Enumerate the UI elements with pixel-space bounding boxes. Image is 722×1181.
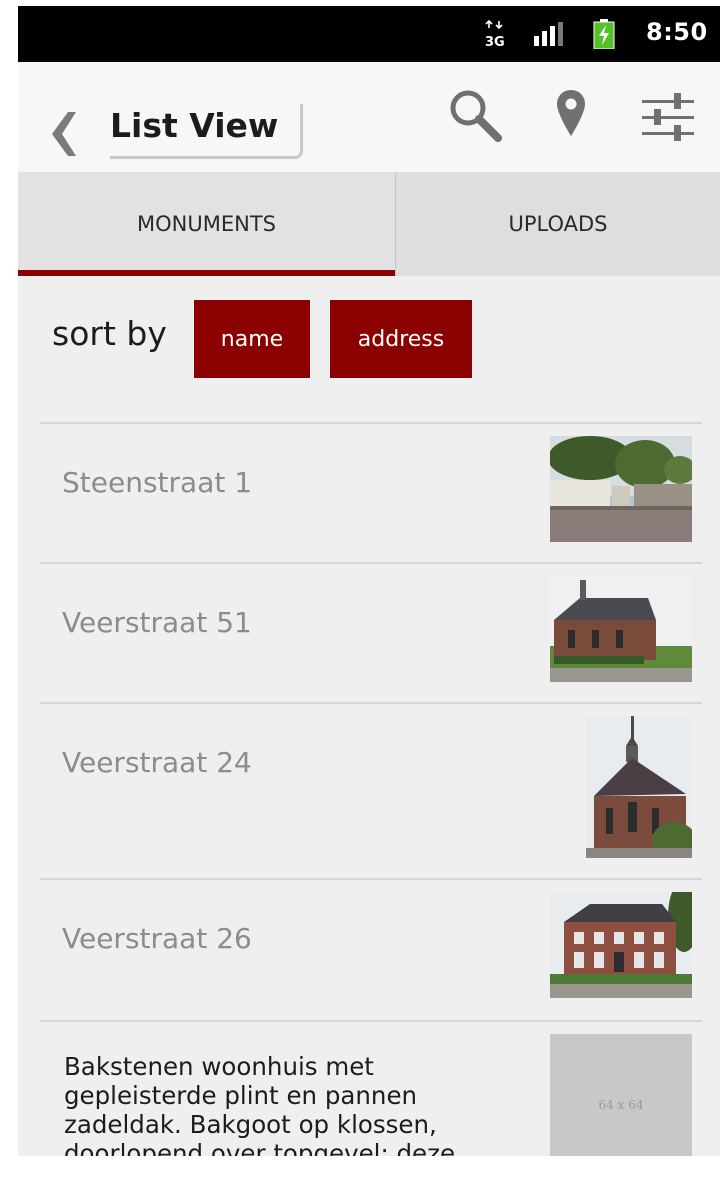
network-label: 3G bbox=[485, 35, 505, 48]
map-pin-icon[interactable] bbox=[556, 88, 586, 142]
list-item-title: Veerstraat 26 bbox=[62, 922, 252, 955]
sort-name-button[interactable]: name bbox=[194, 300, 310, 378]
list-item-description: Bakstenen woonhuis met gepleisterde plin… bbox=[64, 1052, 456, 1156]
tab-bar: MONUMENTS UPLOADS bbox=[18, 172, 720, 276]
battery-charging-icon bbox=[593, 19, 615, 49]
sort-address-button[interactable]: address bbox=[330, 300, 472, 378]
action-bar: List View bbox=[18, 62, 720, 173]
list-item[interactable]: Veerstraat 24 bbox=[40, 702, 702, 880]
list-item[interactable]: Veerstraat 51 bbox=[40, 562, 702, 704]
tab-uploads[interactable]: UPLOADS bbox=[396, 172, 720, 276]
page-title: List View bbox=[110, 106, 279, 145]
signal-icon bbox=[534, 22, 563, 46]
search-icon[interactable] bbox=[448, 88, 502, 142]
list-item-title: Veerstraat 51 bbox=[62, 606, 252, 639]
list-item[interactable]: Veerstraat 26 bbox=[40, 878, 702, 1020]
sort-label: sort by bbox=[52, 314, 167, 353]
filter-sliders-icon[interactable] bbox=[640, 92, 696, 144]
placeholder-size-label: 64 x 64 bbox=[598, 1098, 644, 1112]
tab-uploads-label: UPLOADS bbox=[508, 212, 608, 236]
status-time: 8:50 bbox=[646, 18, 708, 46]
photo-mansion bbox=[550, 892, 692, 998]
status-bar: 3G 8:50 bbox=[18, 6, 720, 62]
list-item[interactable]: Bakstenen woonhuis met gepleisterde plin… bbox=[40, 1020, 702, 1156]
data-3g-icon: 3G bbox=[485, 20, 505, 48]
tab-monuments-label: MONUMENTS bbox=[137, 212, 276, 236]
tab-monuments[interactable]: MONUMENTS bbox=[18, 172, 395, 276]
tab-selected-indicator bbox=[18, 270, 395, 276]
back-chevron-icon[interactable] bbox=[46, 110, 80, 158]
list-item-title: Steenstraat 1 bbox=[62, 466, 253, 499]
app-screen: 3G 8:50 List View MONUMENTS UPLOADS sort… bbox=[18, 6, 720, 1156]
list-item[interactable]: Steenstraat 1 bbox=[40, 422, 702, 564]
photo-brick-chapel bbox=[550, 576, 692, 682]
photo-street-wall bbox=[550, 436, 692, 542]
thumbnail-placeholder: 64 x 64 bbox=[550, 1034, 692, 1156]
list-item-title: Veerstraat 24 bbox=[62, 746, 252, 779]
photo-church-steeple bbox=[586, 716, 692, 858]
